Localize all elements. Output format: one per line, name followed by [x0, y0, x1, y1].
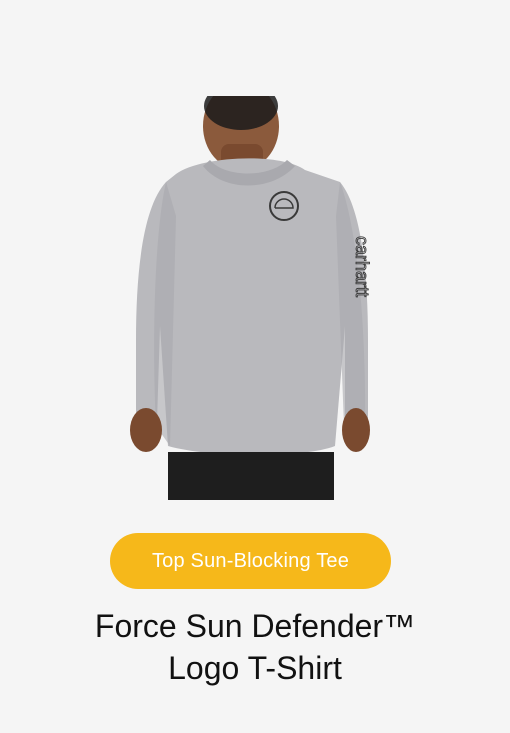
sun-blocking-badge[interactable]: Top Sun-Blocking Tee: [110, 533, 391, 589]
product-title-line-2: Logo T-Shirt: [168, 650, 342, 686]
product-title[interactable]: Force Sun Defender™ Logo T-Shirt: [40, 605, 470, 689]
sleeve-wordmark: carhartt: [352, 236, 372, 297]
product-card[interactable]: carhartt Top Sun-Blocking Tee Force Sun …: [0, 0, 510, 733]
product-image[interactable]: carhartt: [130, 96, 390, 500]
product-title-line-1: Force Sun Defender™: [94, 608, 416, 644]
